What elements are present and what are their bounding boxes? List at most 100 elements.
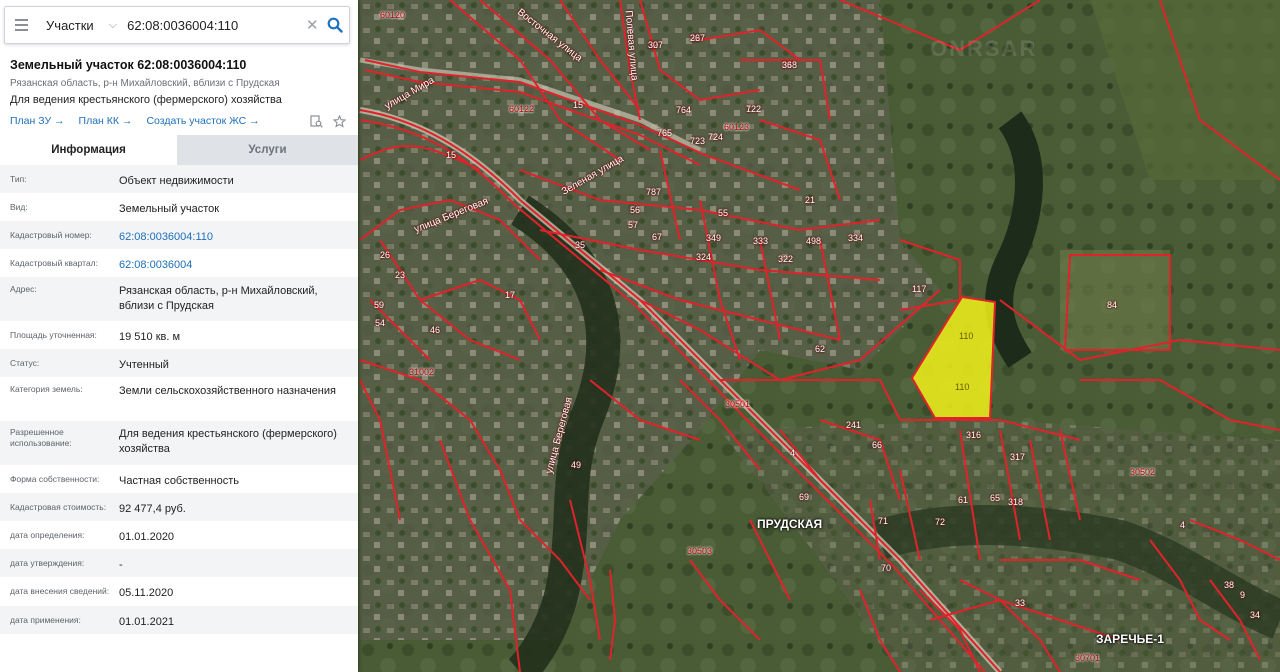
info-label: дата определения:	[10, 530, 85, 540]
parcel-number-label[interactable]: 764	[676, 105, 691, 115]
parcel-number-label[interactable]: 9	[1240, 590, 1245, 600]
star-icon[interactable]	[333, 114, 346, 128]
info-row: Форма собственности: Частная собственност…	[0, 465, 358, 493]
parcel-number-label[interactable]: 46	[430, 325, 440, 335]
search-bar: Участки ⌵ ✕	[4, 6, 350, 44]
parcel-number-label[interactable]: 69	[799, 492, 809, 502]
parcel-number-label[interactable]: 17	[505, 290, 515, 300]
info-value: 01.01.2020	[119, 531, 175, 543]
info-label: Вид:	[10, 202, 28, 212]
parcel-number-label[interactable]: 33	[1015, 598, 1025, 608]
info-row: дата внесения сведений: 05.11.2020	[0, 577, 358, 606]
info-label: дата внесения сведений:	[10, 586, 110, 596]
search-input[interactable]	[123, 10, 304, 40]
info-panel: Участки ⌵ ✕ Земельный участок 62:08:0036…	[0, 0, 358, 672]
tab-info[interactable]: Информация	[0, 135, 177, 165]
info-value-link[interactable]: 62:08:0036004:110	[119, 230, 358, 245]
info-label: дата применения:	[10, 615, 81, 625]
parcel-number-label[interactable]: 15	[573, 100, 583, 110]
parcel-number-label[interactable]: 117	[912, 284, 926, 294]
parcel-number-label[interactable]: 4	[1180, 520, 1185, 530]
info-label: Кадастровый номер:	[10, 230, 92, 240]
object-use: Для ведения крестьянского (фермерского) …	[10, 94, 282, 106]
parcel-number-label[interactable]: 7	[746, 104, 751, 114]
parcel-number-label[interactable]: 38	[1224, 580, 1234, 590]
info-value: Учтенный	[119, 359, 169, 371]
parcel-number-label[interactable]: 498	[806, 236, 821, 246]
info-value: Частная собственность	[119, 475, 240, 487]
parcel-number-label[interactable]: 324	[696, 252, 711, 262]
clear-icon[interactable]: ✕	[303, 7, 321, 43]
parcel-number-label[interactable]: 71	[878, 516, 888, 526]
info-value: 92 477,4 руб.	[119, 503, 186, 515]
parcel-number-label[interactable]: 787	[646, 187, 661, 197]
parcel-number-label[interactable]: 26	[690, 33, 700, 43]
parcel-number-label[interactable]: 61	[958, 495, 968, 505]
parcel-number-label[interactable]: 317	[1010, 452, 1025, 462]
parcel-number-label[interactable]: 59	[374, 300, 384, 310]
parcel-number-label[interactable]: 55	[718, 208, 728, 218]
parcel-number-label[interactable]: 765	[657, 128, 672, 138]
info-value: 01.01.2021	[119, 616, 175, 628]
parcel-number-label[interactable]: 723	[690, 136, 705, 146]
info-row: Вид: Земельный участок	[0, 193, 358, 221]
parcel-number-label[interactable]: 66	[872, 440, 882, 450]
parcel-number-label[interactable]: 241	[846, 420, 861, 430]
layer-select[interactable]: Участки ⌵	[38, 7, 123, 43]
quarter-label: 30502	[1130, 467, 1156, 477]
parcel-number-label[interactable]: 57	[628, 220, 638, 230]
parcel-number-label[interactable]: 49	[571, 460, 581, 470]
tab-services[interactable]: Услуги	[177, 135, 358, 165]
parcel-number-label[interactable]: 65	[990, 493, 1000, 503]
parcel-number-label[interactable]: 62	[815, 344, 825, 354]
info-table: Тип: Объект недвижимости Вид: Земельный уча…	[0, 165, 358, 634]
parcel-number-label[interactable]: 72	[935, 517, 945, 527]
info-value: 19 510 кв. м	[119, 331, 181, 343]
parcel-number-label[interactable]: 84	[1107, 300, 1117, 310]
parcel-number-label[interactable]: 56	[630, 205, 640, 215]
parcel-number-label[interactable]: 23	[395, 270, 405, 280]
parcel-number-label[interactable]: 334	[848, 233, 863, 243]
object-region: Рязанская область, р-н Михайловский, вбл…	[10, 78, 280, 89]
info-label: Адрес:	[10, 284, 37, 294]
plan-kk-link[interactable]: План КК →	[79, 115, 133, 127]
plan-zu-link[interactable]: План ЗУ →	[10, 115, 65, 127]
info-value: Для ведения крестьянского (фермерского) …	[119, 428, 337, 455]
info-row: дата утверждения: -	[0, 549, 358, 577]
info-value: Земельный участок	[119, 203, 220, 215]
parcel-number-label[interactable]: 54	[375, 318, 385, 328]
parcel-number-label[interactable]: 724	[708, 132, 723, 142]
search-icon[interactable]	[321, 7, 349, 43]
selected-parcel-label[interactable]: 110	[959, 331, 973, 341]
create-parcel-link[interactable]: Создать участок ЖС →	[146, 115, 259, 127]
info-label: Площадь уточненная:	[10, 330, 97, 340]
layer-select-value: Участки	[46, 17, 94, 33]
parcel-number-label[interactable]: 70	[881, 563, 891, 573]
info-row: Статус: Учтенный	[0, 349, 358, 377]
parcel-number-label[interactable]: 36	[782, 60, 792, 70]
parcel-number-label[interactable]: 333	[753, 236, 768, 246]
parcel-number-label[interactable]: 30	[648, 40, 658, 50]
parcel-number-label[interactable]: 316	[966, 430, 981, 440]
info-label: Категория земель:	[10, 384, 83, 394]
parcel-number-label[interactable]: 21	[805, 195, 815, 205]
info-row: Адрес: Рязанская область, р-н Михайловски…	[0, 277, 358, 321]
info-value-link[interactable]: 62:08:0036004	[119, 258, 358, 273]
parcel-number-label[interactable]: 318	[1008, 497, 1023, 507]
document-search-icon[interactable]	[310, 114, 323, 128]
menu-icon[interactable]	[5, 7, 38, 43]
parcel-number-label[interactable]: 67	[652, 232, 662, 242]
info-value: 05.11.2020	[119, 587, 174, 599]
parcel-number-label[interactable]: 35	[575, 240, 585, 250]
parcel-number-label[interactable]: 349	[706, 233, 721, 243]
parcel-number-label[interactable]: 4	[790, 448, 795, 458]
parcel-number-label[interactable]: 15	[446, 150, 456, 160]
selected-parcel-label[interactable]: 110	[955, 382, 969, 392]
parcel-number-label[interactable]: 34	[1250, 610, 1260, 620]
parcel-number-label[interactable]: 26	[380, 250, 390, 260]
object-title: Земельный участок 62:08:0036004:110	[10, 58, 247, 72]
quarter-label: 60120	[380, 10, 406, 20]
link-icons	[310, 114, 346, 128]
info-label: Кадастровый квартал:	[10, 258, 98, 268]
parcel-number-label[interactable]: 322	[778, 254, 793, 264]
